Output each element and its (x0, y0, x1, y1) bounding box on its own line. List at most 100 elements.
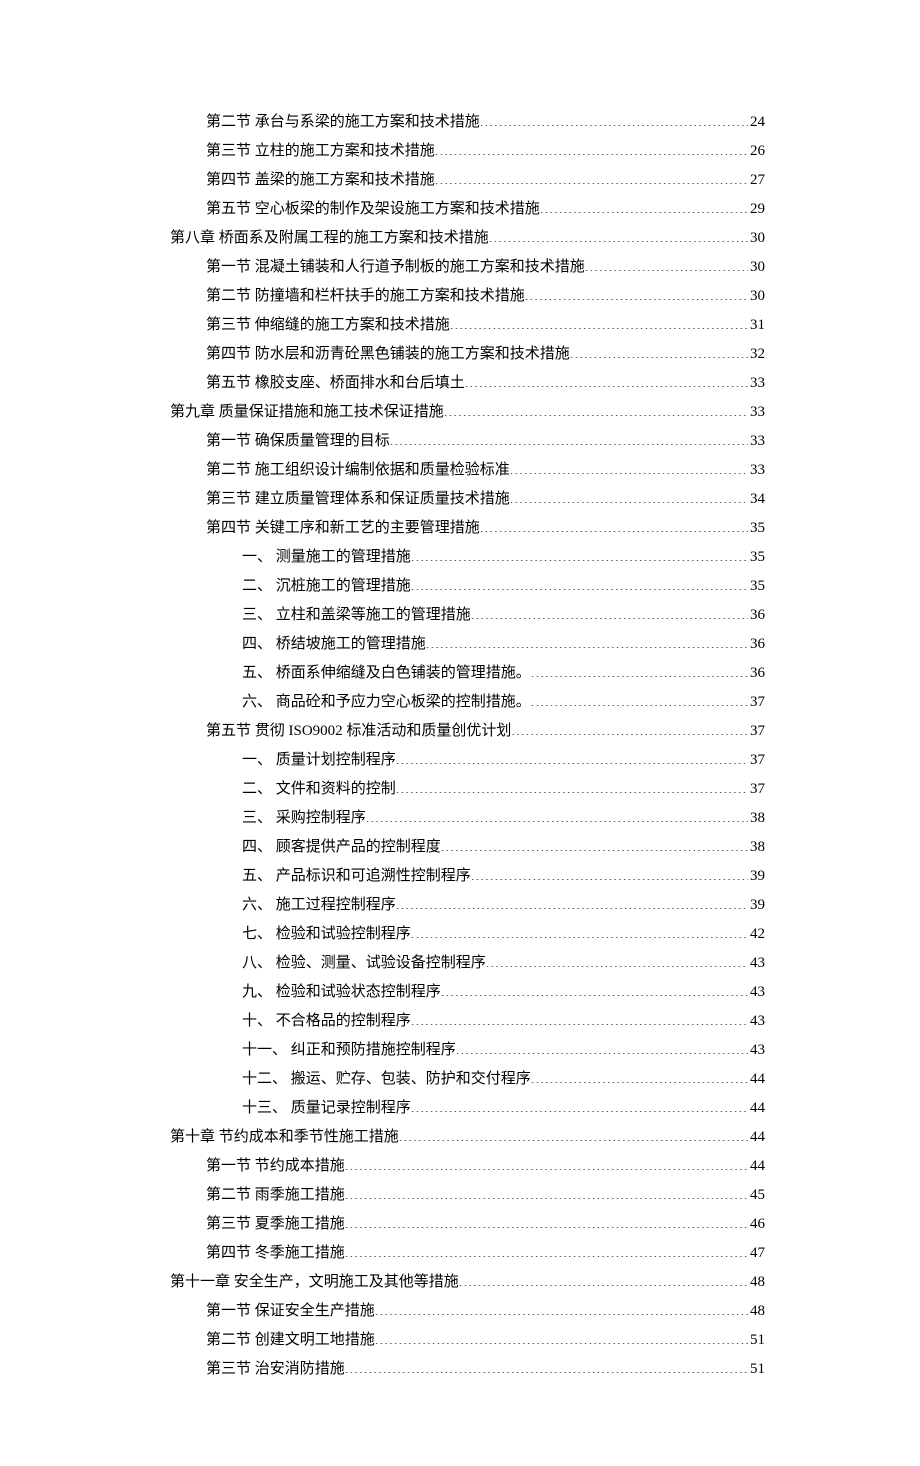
toc-entry-label: 第十一章 安全生产，文明施工及其他等措施 (170, 1270, 459, 1294)
toc-entry: 十二、 搬运、贮存、包装、防护和交付程序44 (170, 1067, 765, 1091)
toc-entry: 第五节 空心板梁的制作及架设施工方案和技术措施29 (170, 197, 765, 221)
toc-entry-page: 37 (748, 719, 765, 743)
toc-entry: 第四节 冬季施工措施47 (170, 1241, 765, 1265)
toc-leader-dots (396, 778, 748, 793)
toc-entry-page: 43 (748, 1009, 765, 1033)
toc-entry: 第四节 关键工序和新工艺的主要管理措施 35 (170, 516, 765, 540)
toc-entry-label: 第五节 贯彻 ISO9002 标准活动和质量创优计划 (206, 719, 511, 743)
toc-entry: 八、 检验、测量、试验设备控制程序43 (170, 951, 765, 975)
toc-entry-label: 第一节 保证安全生产措施 (206, 1299, 375, 1323)
toc-entry-label: 第二节 防撞墙和栏杆扶手的施工方案和技术措施 (206, 284, 525, 308)
toc-leader-dots (531, 1068, 748, 1083)
toc-entry: 第三节 治安消防措施51 (170, 1357, 765, 1381)
toc-entry-page: 42 (748, 922, 765, 946)
toc-entry-label: 第二节 承台与系梁的施工方案和技术措施 (206, 110, 480, 134)
toc-entry-label: 第三节 夏季施工措施 (206, 1212, 345, 1236)
toc-entry-label: 第二节 雨季施工措施 (206, 1183, 345, 1207)
toc-entry: 一、 测量施工的管理措施35 (170, 545, 765, 569)
toc-entry: 第一节 确保质量管理的目标33 (170, 429, 765, 453)
toc-entry-page: 44 (748, 1154, 765, 1178)
toc-leader-dots (411, 923, 748, 938)
toc-entry-label: 第三节 伸缩缝的施工方案和技术措施 (206, 313, 450, 337)
toc-entry-page: 33 (748, 429, 765, 453)
toc-entry-label: 第一节 混凝土铺装和人行道予制板的施工方案和技术措施 (206, 255, 585, 279)
toc-entry-page: 44 (748, 1096, 765, 1120)
toc-entry-label: 六、 施工过程控制程序 (242, 893, 396, 917)
toc-entry-page: 48 (748, 1270, 765, 1294)
toc-entry-label: 第四节 防水层和沥青砼黑色铺装的施工方案和技术措施 (206, 342, 570, 366)
toc-entry-page: 35 (748, 516, 765, 540)
table-of-contents: 第二节 承台与系梁的施工方案和技术措施24第三节 立柱的施工方案和技术措施26第… (170, 110, 765, 1381)
toc-entry: 第二节 创建文明工地措施51 (170, 1328, 765, 1352)
toc-entry-label: 四、 顾客提供产品的控制程度 (242, 835, 441, 859)
toc-entry-page: 35 (748, 574, 765, 598)
toc-entry-label: 二、 文件和资料的控制 (242, 777, 396, 801)
toc-entry-page: 38 (748, 835, 765, 859)
toc-entry-label: 十三、 质量记录控制程序 (242, 1096, 411, 1120)
toc-leader-dots (465, 372, 748, 387)
toc-entry-page: 32 (748, 342, 765, 366)
toc-leader-dots (444, 401, 748, 416)
toc-entry-page: 36 (748, 661, 765, 685)
toc-leader-dots (471, 865, 748, 880)
toc-entry-label: 五、 桥面系伸缩缝及白色铺装的管理措施。 (242, 661, 531, 685)
toc-entry: 三、 采购控制程序38 (170, 806, 765, 830)
toc-entry: 五、 产品标识和可追溯性控制程序39 (170, 864, 765, 888)
toc-entry: 第十一章 安全生产，文明施工及其他等措施 48 (170, 1270, 765, 1294)
toc-leader-dots (396, 749, 748, 764)
toc-entry-label: 二、 沉桩施工的管理措施 (242, 574, 411, 598)
toc-entry-page: 39 (748, 893, 765, 917)
toc-entry-label: 十一、 纠正和预防措施控制程序 (242, 1038, 456, 1062)
toc-leader-dots (511, 720, 748, 735)
toc-entry: 第二节 防撞墙和栏杆扶手的施工方案和技术措施30 (170, 284, 765, 308)
toc-leader-dots (396, 894, 748, 909)
toc-entry: 第五节 贯彻 ISO9002 标准活动和质量创优计划 37 (170, 719, 765, 743)
toc-leader-dots (435, 140, 748, 155)
toc-entry: 第九章 质量保证措施和施工技术保证措施33 (170, 400, 765, 424)
toc-entry-page: 27 (748, 168, 765, 192)
toc-entry: 第四节 防水层和沥青砼黑色铺装的施工方案和技术措施 32 (170, 342, 765, 366)
toc-entry-label: 第五节 空心板梁的制作及架设施工方案和技术措施 (206, 197, 540, 221)
toc-entry-page: 43 (748, 1038, 765, 1062)
toc-entry-label: 第三节 立柱的施工方案和技术措施 (206, 139, 435, 163)
toc-entry: 七、 检验和试验控制程序42 (170, 922, 765, 946)
toc-entry-page: 44 (748, 1067, 765, 1091)
toc-entry-page: 51 (748, 1357, 765, 1381)
toc-entry-label: 四、 桥结坡施工的管理措施 (242, 632, 426, 656)
toc-entry-page: 30 (748, 255, 765, 279)
toc-entry-label: 第四节 盖梁的施工方案和技术措施 (206, 168, 435, 192)
toc-leader-dots (480, 111, 748, 126)
toc-leader-dots (411, 1097, 748, 1112)
toc-entry-page: 37 (748, 690, 765, 714)
toc-entry: 六、 商品砼和予应力空心板梁的控制措施。37 (170, 690, 765, 714)
toc-leader-dots (510, 488, 748, 503)
toc-leader-dots (585, 256, 748, 271)
toc-entry-label: 九、 检验和试验状态控制程序 (242, 980, 441, 1004)
toc-entry-page: 30 (748, 226, 765, 250)
toc-leader-dots (390, 430, 748, 445)
toc-entry-page: 45 (748, 1183, 765, 1207)
toc-leader-dots (531, 662, 748, 677)
toc-entry-page: 37 (748, 777, 765, 801)
toc-entry: 第十章 节约成本和季节性施工措施44 (170, 1125, 765, 1149)
toc-entry: 十三、 质量记录控制程序 44 (170, 1096, 765, 1120)
toc-entry: 第一节 保证安全生产措施48 (170, 1299, 765, 1323)
toc-entry-page: 35 (748, 545, 765, 569)
toc-entry-page: 34 (748, 487, 765, 511)
toc-leader-dots (375, 1300, 748, 1315)
toc-leader-dots (510, 459, 748, 474)
toc-entry: 一、 质量计划控制程序37 (170, 748, 765, 772)
toc-leader-dots (441, 836, 748, 851)
toc-entry: 六、 施工过程控制程序 39 (170, 893, 765, 917)
toc-entry: 第一节 混凝土铺装和人行道予制板的施工方案和技术措施 30 (170, 255, 765, 279)
toc-entry-label: 第二节 创建文明工地措施 (206, 1328, 375, 1352)
toc-entry: 第二节 施工组织设计编制依据和质量检验标准33 (170, 458, 765, 482)
toc-leader-dots (375, 1329, 748, 1344)
toc-entry-label: 第四节 关键工序和新工艺的主要管理措施 (206, 516, 480, 540)
toc-entry: 第四节 盖梁的施工方案和技术措施 27 (170, 168, 765, 192)
toc-leader-dots (345, 1213, 748, 1228)
toc-entry: 第三节 夏季施工措施46 (170, 1212, 765, 1236)
toc-entry-page: 26 (748, 139, 765, 163)
toc-entry: 第三节 伸缩缝的施工方案和技术措施31 (170, 313, 765, 337)
toc-leader-dots (345, 1358, 748, 1373)
